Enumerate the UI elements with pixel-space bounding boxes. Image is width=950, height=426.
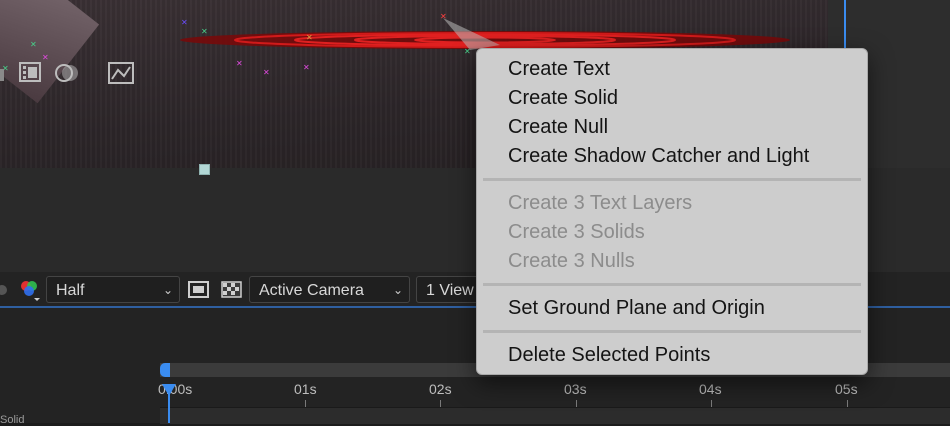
camera-value: Active Camera <box>259 282 364 299</box>
context-menu: Create Text Create Solid Create Null Cre… <box>476 48 868 375</box>
track-point[interactable]: ✕ <box>201 28 208 36</box>
menu-separator <box>483 330 861 333</box>
graph-editor-icon[interactable] <box>108 62 134 84</box>
resolution-value: Half <box>56 282 85 299</box>
timeline-tool-icons-svg <box>0 62 134 84</box>
view-layout-value: 1 View <box>426 282 474 299</box>
current-time-indicator-head[interactable] <box>162 384 176 396</box>
color-channel-button[interactable] <box>16 276 43 303</box>
menu-item-create-text[interactable]: Create Text <box>508 58 610 81</box>
time-label: 03s <box>564 381 587 397</box>
time-tick <box>305 400 306 407</box>
layer-handle[interactable] <box>199 164 210 175</box>
layer-name: Solid <box>0 414 25 426</box>
color-channel-icon <box>21 281 40 301</box>
menu-item-create-3-solids: Create 3 Solids <box>508 221 645 243</box>
track-point[interactable]: ✕ <box>181 19 188 27</box>
draft-3d-icon[interactable] <box>0 69 4 81</box>
time-tick <box>440 400 441 407</box>
composition-settings-icon[interactable] <box>19 62 41 82</box>
track-point[interactable]: ✕ <box>306 34 313 42</box>
menu-item-create-shadow-catcher[interactable]: Create Shadow Catcher and Light <box>508 145 809 168</box>
region-of-interest-icon <box>188 281 209 298</box>
menu-separator <box>483 283 861 286</box>
chevron-down-icon: ⌄ <box>392 283 403 297</box>
region-of-interest-button[interactable] <box>185 276 212 303</box>
transparency-grid-icon <box>221 281 242 298</box>
track-point[interactable]: ✕ <box>303 64 310 72</box>
menu-item-delete-selected-points[interactable]: Delete Selected Points <box>508 344 710 367</box>
time-tick <box>847 400 848 407</box>
resolution-dropdown[interactable]: Half ⌄ <box>46 276 180 303</box>
track-point[interactable]: ✕ <box>30 41 37 49</box>
chevron-down-icon: ⌄ <box>162 283 173 297</box>
motion-blur-icon[interactable] <box>55 64 78 82</box>
time-tick <box>711 400 712 407</box>
menu-item-set-ground-plane[interactable]: Set Ground Plane and Origin <box>508 297 765 320</box>
track-point[interactable]: ✕ <box>440 13 447 21</box>
panel-focus-edge <box>844 0 846 48</box>
track-point[interactable]: ✕ <box>263 69 270 77</box>
time-label: 01s <box>294 381 317 397</box>
menu-item-create-3-text-layers: Create 3 Text Layers <box>508 192 693 214</box>
time-label: 04s <box>699 381 722 397</box>
track-point[interactable]: ✕ <box>464 48 471 56</box>
time-label: 05s <box>835 381 858 397</box>
transparency-grid-button[interactable] <box>218 276 245 303</box>
timeline-switches <box>0 58 158 94</box>
time-ruler[interactable] <box>160 377 950 407</box>
work-area-start-handle[interactable] <box>160 363 170 377</box>
time-tick <box>576 400 577 407</box>
menu-item-create-3-nulls: Create 3 Nulls <box>508 250 635 272</box>
time-label: 02s <box>429 381 452 397</box>
menu-item-create-solid[interactable]: Create Solid <box>508 87 618 110</box>
layer-track[interactable] <box>160 407 950 424</box>
track-point[interactable]: ✕ <box>236 60 243 68</box>
camera-dropdown[interactable]: Active Camera ⌄ <box>249 276 410 303</box>
menu-item-create-null[interactable]: Create Null <box>508 116 608 139</box>
snapshot-button[interactable] <box>0 276 10 303</box>
menu-separator <box>483 178 861 181</box>
